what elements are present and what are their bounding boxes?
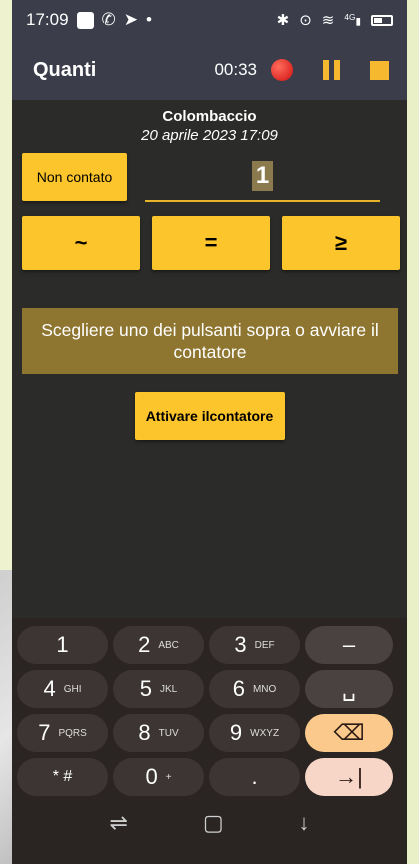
- key-5[interactable]: 5 JKL: [113, 670, 204, 708]
- status-bar: 17:09 ✆ ➤ • ✱ ⊙ ≋ 4G▮: [12, 0, 407, 40]
- pause-icon[interactable]: [323, 60, 340, 80]
- back-icon[interactable]: ↓: [299, 810, 310, 836]
- greater-equal-button[interactable]: ≥: [282, 216, 400, 270]
- whatsapp-icon: ✆: [101, 10, 116, 29]
- recents-icon[interactable]: ⇌: [109, 810, 127, 836]
- next-key[interactable]: →|: [305, 758, 393, 796]
- stop-icon[interactable]: [370, 60, 389, 80]
- count-input[interactable]: 1: [145, 152, 380, 202]
- location-icon: ⊙: [299, 12, 312, 29]
- start-counter-label-2: contatore: [209, 407, 274, 424]
- key-star-hash[interactable]: * #: [17, 758, 108, 796]
- key-1[interactable]: 1: [17, 626, 108, 664]
- phone-screen: 17:09 ✆ ➤ • ✱ ⊙ ≋ 4G▮ Quanti 00:33 Colom…: [12, 0, 407, 864]
- nav-bar: ⇌ ▢ ↓: [12, 810, 407, 836]
- key-dot[interactable]: .: [209, 758, 300, 796]
- status-time: 17:09: [26, 10, 69, 29]
- dot-icon: •: [146, 10, 152, 29]
- record-icon[interactable]: [271, 59, 293, 81]
- key-0[interactable]: 0 +: [113, 758, 204, 796]
- key-7[interactable]: 7 PQRS: [17, 714, 108, 752]
- session-info: Colombaccio 20 aprile 2023 17:09: [12, 108, 407, 144]
- equal-button[interactable]: =: [152, 216, 270, 270]
- signal-icon: 4G▮: [344, 12, 361, 28]
- bluetooth-icon: ✱: [276, 12, 290, 29]
- telegram-icon: ➤: [123, 10, 139, 29]
- minus-key[interactable]: –: [305, 626, 393, 664]
- session-name: Colombaccio: [162, 108, 257, 125]
- instruction-message: Scegliere uno dei pulsanti sopra o avvia…: [22, 308, 398, 374]
- app-bar: Quanti 00:33: [12, 40, 407, 100]
- wifi-icon: ≋: [321, 12, 335, 29]
- timer-display: 00:33: [214, 60, 257, 79]
- approx-button[interactable]: ~: [22, 216, 140, 270]
- app-title: Quanti: [33, 58, 97, 81]
- square-icon: [76, 11, 94, 29]
- key-8[interactable]: 8 TUV: [113, 714, 204, 752]
- start-counter-label-1: Attivare il: [145, 407, 210, 424]
- not-counted-button[interactable]: Non contato: [22, 153, 127, 201]
- key-6[interactable]: 6 MNO: [209, 670, 300, 708]
- space-key[interactable]: ␣: [305, 670, 393, 708]
- backspace-key[interactable]: ⌫: [305, 714, 393, 752]
- key-4[interactable]: 4 GHI: [17, 670, 108, 708]
- count-value: 1: [251, 161, 274, 191]
- numeric-keyboard: 1 2 ABC 3 DEF – 4 GHI 5 JKL 6 MNO ␣ 7 PQRS 8 TU…: [12, 618, 407, 864]
- key-2[interactable]: 2 ABC: [113, 626, 204, 664]
- home-icon[interactable]: ▢: [203, 810, 224, 836]
- start-counter-button[interactable]: Attivare il contatore: [134, 392, 285, 440]
- session-date: 20 aprile 2023 17:09: [141, 127, 278, 144]
- key-9[interactable]: 9 WXYZ: [209, 714, 300, 752]
- key-3[interactable]: 3 DEF: [209, 626, 300, 664]
- battery-icon: [371, 14, 393, 26]
